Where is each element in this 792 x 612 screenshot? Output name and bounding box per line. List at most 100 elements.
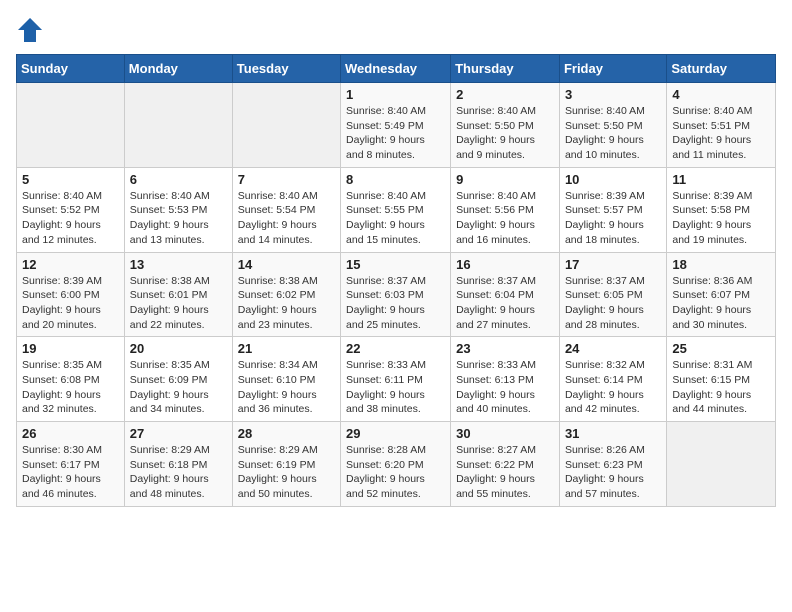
day-number: 18 (672, 257, 770, 272)
day-info: Sunrise: 8:29 AM Sunset: 6:19 PM Dayligh… (238, 443, 335, 502)
day-info: Sunrise: 8:40 AM Sunset: 5:49 PM Dayligh… (346, 104, 445, 163)
logo (16, 16, 48, 44)
day-info: Sunrise: 8:38 AM Sunset: 6:01 PM Dayligh… (130, 274, 227, 333)
day-info: Sunrise: 8:34 AM Sunset: 6:10 PM Dayligh… (238, 358, 335, 417)
day-number: 13 (130, 257, 227, 272)
calendar-cell: 21 Sunrise: 8:34 AM Sunset: 6:10 PM Dayli… (232, 337, 340, 422)
day-info: Sunrise: 8:39 AM Sunset: 5:58 PM Dayligh… (672, 189, 770, 248)
day-number: 11 (672, 172, 770, 187)
calendar-week-row: 26Sunrise: 8:30 AM Sunset: 6:17 PM Dayli… (17, 422, 776, 507)
calendar-cell: 28 Sunrise: 8:29 AM Sunset: 6:19 PM Dayli… (232, 422, 340, 507)
day-number: 22 (346, 341, 445, 356)
day-info: Sunrise: 8:33 AM Sunset: 6:11 PM Dayligh… (346, 358, 445, 417)
day-number: 10 (565, 172, 661, 187)
calendar-week-row: 5 Sunrise: 8:40 AM Sunset: 5:52 PM Daylig… (17, 167, 776, 252)
calendar-cell: 18Sunrise: 8:36 AM Sunset: 6:07 PM Dayli… (667, 252, 776, 337)
day-number: 9 (456, 172, 554, 187)
day-info: Sunrise: 8:37 AM Sunset: 6:03 PM Dayligh… (346, 274, 445, 333)
weekday-header-cell: Sunday (17, 55, 125, 83)
day-info: Sunrise: 8:40 AM Sunset: 5:50 PM Dayligh… (565, 104, 661, 163)
day-info: Sunrise: 8:40 AM Sunset: 5:51 PM Dayligh… (672, 104, 770, 163)
calendar-cell (124, 83, 232, 168)
day-info: Sunrise: 8:28 AM Sunset: 6:20 PM Dayligh… (346, 443, 445, 502)
calendar-week-row: 19Sunrise: 8:35 AM Sunset: 6:08 PM Dayli… (17, 337, 776, 422)
day-number: 28 (238, 426, 335, 441)
calendar-cell: 2 Sunrise: 8:40 AM Sunset: 5:50 PM Daylig… (451, 83, 560, 168)
day-info: Sunrise: 8:32 AM Sunset: 6:14 PM Dayligh… (565, 358, 661, 417)
day-number: 30 (456, 426, 554, 441)
calendar-cell (232, 83, 340, 168)
calendar-week-row: 12Sunrise: 8:39 AM Sunset: 6:00 PM Dayli… (17, 252, 776, 337)
day-number: 12 (22, 257, 119, 272)
day-number: 27 (130, 426, 227, 441)
calendar-cell: 30 Sunrise: 8:27 AM Sunset: 6:22 PM Dayli… (451, 422, 560, 507)
day-info: Sunrise: 8:40 AM Sunset: 5:52 PM Dayligh… (22, 189, 119, 248)
calendar-cell: 24 Sunrise: 8:32 AM Sunset: 6:14 PM Dayli… (559, 337, 666, 422)
calendar-cell: 14 Sunrise: 8:38 AM Sunset: 6:02 PM Dayli… (232, 252, 340, 337)
calendar-cell: 13 Sunrise: 8:38 AM Sunset: 6:01 PM Dayli… (124, 252, 232, 337)
day-number: 7 (238, 172, 335, 187)
day-number: 20 (130, 341, 227, 356)
day-info: Sunrise: 8:40 AM Sunset: 5:53 PM Dayligh… (130, 189, 227, 248)
day-info: Sunrise: 8:35 AM Sunset: 6:08 PM Dayligh… (22, 358, 119, 417)
day-info: Sunrise: 8:39 AM Sunset: 5:57 PM Dayligh… (565, 189, 661, 248)
day-info: Sunrise: 8:40 AM Sunset: 5:54 PM Dayligh… (238, 189, 335, 248)
day-number: 21 (238, 341, 335, 356)
calendar-cell: 31Sunrise: 8:26 AM Sunset: 6:23 PM Dayli… (559, 422, 666, 507)
weekday-header-cell: Friday (559, 55, 666, 83)
day-info: Sunrise: 8:35 AM Sunset: 6:09 PM Dayligh… (130, 358, 227, 417)
calendar-cell: 25 Sunrise: 8:31 AM Sunset: 6:15 PM Dayli… (667, 337, 776, 422)
calendar-cell: 5 Sunrise: 8:40 AM Sunset: 5:52 PM Daylig… (17, 167, 125, 252)
calendar-cell: 27 Sunrise: 8:29 AM Sunset: 6:18 PM Dayli… (124, 422, 232, 507)
day-info: Sunrise: 8:38 AM Sunset: 6:02 PM Dayligh… (238, 274, 335, 333)
day-number: 8 (346, 172, 445, 187)
calendar-body: 1 Sunrise: 8:40 AM Sunset: 5:49 PM Daylig… (17, 83, 776, 507)
day-number: 14 (238, 257, 335, 272)
calendar-cell: 22 Sunrise: 8:33 AM Sunset: 6:11 PM Dayli… (341, 337, 451, 422)
day-number: 4 (672, 87, 770, 102)
calendar-cell: 9Sunrise: 8:40 AM Sunset: 5:56 PM Daylig… (451, 167, 560, 252)
day-number: 31 (565, 426, 661, 441)
day-number: 29 (346, 426, 445, 441)
day-info: Sunrise: 8:31 AM Sunset: 6:15 PM Dayligh… (672, 358, 770, 417)
calendar-table: SundayMondayTuesdayWednesdayThursdayFrid… (16, 54, 776, 507)
weekday-header-cell: Tuesday (232, 55, 340, 83)
calendar-cell: 20 Sunrise: 8:35 AM Sunset: 6:09 PM Dayli… (124, 337, 232, 422)
calendar-cell: 17Sunrise: 8:37 AM Sunset: 6:05 PM Dayli… (559, 252, 666, 337)
day-number: 6 (130, 172, 227, 187)
calendar-cell: 8Sunrise: 8:40 AM Sunset: 5:55 PM Daylig… (341, 167, 451, 252)
day-info: Sunrise: 8:30 AM Sunset: 6:17 PM Dayligh… (22, 443, 119, 502)
weekday-header-row: SundayMondayTuesdayWednesdayThursdayFrid… (17, 55, 776, 83)
calendar-cell: 23 Sunrise: 8:33 AM Sunset: 6:13 PM Dayli… (451, 337, 560, 422)
day-number: 1 (346, 87, 445, 102)
logo-icon (16, 16, 44, 44)
calendar-cell: 19Sunrise: 8:35 AM Sunset: 6:08 PM Dayli… (17, 337, 125, 422)
calendar-cell: 15 Sunrise: 8:37 AM Sunset: 6:03 PM Dayli… (341, 252, 451, 337)
calendar-cell: 16Sunrise: 8:37 AM Sunset: 6:04 PM Dayli… (451, 252, 560, 337)
calendar-cell: 29 Sunrise: 8:28 AM Sunset: 6:20 PM Dayli… (341, 422, 451, 507)
weekday-header-cell: Wednesday (341, 55, 451, 83)
day-number: 16 (456, 257, 554, 272)
day-number: 5 (22, 172, 119, 187)
calendar-cell: 4 Sunrise: 8:40 AM Sunset: 5:51 PM Daylig… (667, 83, 776, 168)
calendar-cell: 26Sunrise: 8:30 AM Sunset: 6:17 PM Dayli… (17, 422, 125, 507)
calendar-cell: 3 Sunrise: 8:40 AM Sunset: 5:50 PM Daylig… (559, 83, 666, 168)
weekday-header-cell: Thursday (451, 55, 560, 83)
weekday-header-cell: Saturday (667, 55, 776, 83)
calendar-cell: 11 Sunrise: 8:39 AM Sunset: 5:58 PM Dayli… (667, 167, 776, 252)
day-number: 25 (672, 341, 770, 356)
day-info: Sunrise: 8:27 AM Sunset: 6:22 PM Dayligh… (456, 443, 554, 502)
calendar-cell: 1 Sunrise: 8:40 AM Sunset: 5:49 PM Daylig… (341, 83, 451, 168)
calendar-cell (17, 83, 125, 168)
day-number: 24 (565, 341, 661, 356)
day-number: 2 (456, 87, 554, 102)
day-info: Sunrise: 8:40 AM Sunset: 5:50 PM Dayligh… (456, 104, 554, 163)
day-info: Sunrise: 8:33 AM Sunset: 6:13 PM Dayligh… (456, 358, 554, 417)
weekday-header-cell: Monday (124, 55, 232, 83)
calendar-week-row: 1 Sunrise: 8:40 AM Sunset: 5:49 PM Daylig… (17, 83, 776, 168)
day-number: 3 (565, 87, 661, 102)
day-number: 23 (456, 341, 554, 356)
day-number: 15 (346, 257, 445, 272)
calendar-cell: 7 Sunrise: 8:40 AM Sunset: 5:54 PM Daylig… (232, 167, 340, 252)
day-info: Sunrise: 8:29 AM Sunset: 6:18 PM Dayligh… (130, 443, 227, 502)
